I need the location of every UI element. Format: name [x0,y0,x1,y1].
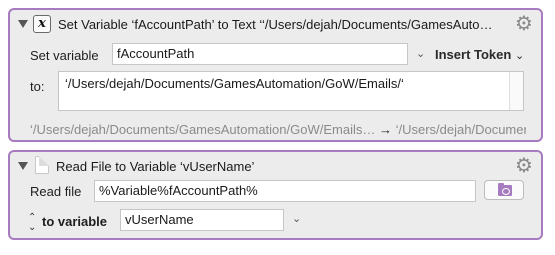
to-variable-label[interactable]: to variable [42,214,107,229]
disclosure-triangle-icon[interactable] [18,20,28,28]
read-file-label: Read file [30,184,82,199]
token-preview: ‘/Users/dejah/Documents/GamesAutomation/… [30,122,526,137]
chevron-down-icon[interactable]: ⌄ [292,212,301,225]
chevron-down-icon[interactable]: ⌄ [416,47,425,60]
choose-file-button[interactable] [484,180,524,200]
arrow-icon: → [378,122,392,137]
read-file-action[interactable]: Read File to Variable ‘vUserName’ ⚙ Read… [8,150,543,240]
text-value: ‘/Users/dejah/Documents/GamesAutomation/… [65,76,404,91]
action-title: Set Variable ‘fAccountPath’ to Text ‘‘/U… [58,17,493,32]
x-variable-icon: x [33,15,51,33]
text-value-area[interactable]: ‘/Users/dejah/Documents/GamesAutomation/… [58,71,524,111]
scrollbar[interactable] [509,72,523,110]
disclosure-triangle-icon[interactable] [18,162,28,170]
file-path-field[interactable]: %Variable%fAccountPath% [94,180,476,202]
preview-result: ‘/Users/dejah/Documents/GamesAutomation/… [395,122,526,137]
set-variable-label: Set variable [30,48,99,63]
preview-source: ‘/Users/dejah/Documents/GamesAutomation/… [30,122,376,137]
insert-token-label: Insert Token [435,47,512,62]
action-header: x Set Variable ‘fAccountPath’ to Text ‘‘… [10,10,541,38]
up-down-chevron-icon[interactable]: ⌃ ⌄ [28,213,36,233]
folder-icon [498,183,512,196]
file-icon [35,156,49,174]
set-variable-action[interactable]: x Set Variable ‘fAccountPath’ to Text ‘‘… [8,8,543,142]
variable-name-field[interactable]: fAccountPath [112,43,408,65]
gear-icon[interactable]: ⚙ [513,154,535,176]
gear-icon[interactable]: ⚙ [513,12,535,34]
to-label: to: [30,79,45,94]
variable-name-field[interactable]: vUserName [120,209,284,231]
action-header: Read File to Variable ‘vUserName’ ⚙ [10,152,541,180]
insert-token-button[interactable]: Insert Token ⌄ [435,47,524,62]
chevron-down-icon: ⌄ [514,49,525,62]
action-title: Read File to Variable ‘vUserName’ [56,159,255,174]
